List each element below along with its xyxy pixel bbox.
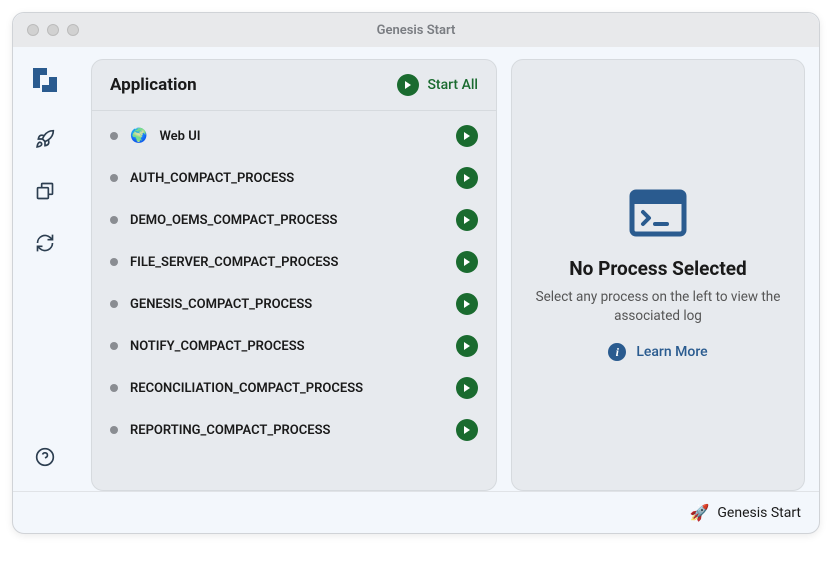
process-row[interactable]: DEMO_OEMS_COMPACT_PROCESS: [92, 199, 496, 241]
process-list[interactable]: 🌍 Web UI AUTH_COMPACT_PROCESS DEMO_OEMS_COM…: [92, 111, 496, 490]
process-row[interactable]: NOTIFY_COMPACT_PROCESS: [92, 325, 496, 367]
sidebar: [13, 59, 77, 491]
empty-state-title: No Process Selected: [569, 257, 746, 280]
process-panel: Application Start All 🌍 Web UI AUTH_COMPAC…: [91, 59, 497, 491]
panel-title: Application: [110, 75, 197, 95]
status-dot-icon: [110, 216, 118, 224]
process-row[interactable]: GENESIS_COMPACT_PROCESS: [92, 283, 496, 325]
start-process-button[interactable]: [456, 167, 478, 189]
terminal-icon: [629, 189, 687, 241]
app-logo-icon: [30, 65, 60, 99]
sidebar-rocket-icon[interactable]: [27, 121, 63, 157]
status-dot-icon: [110, 174, 118, 182]
process-type-icon: 🌍: [130, 128, 147, 144]
start-all-label: Start All: [427, 77, 478, 93]
status-dot-icon: [110, 258, 118, 266]
process-name: RECONCILIATION_COMPACT_PROCESS: [130, 381, 444, 396]
sidebar-help-icon[interactable]: [27, 439, 63, 475]
status-dot-icon: [110, 384, 118, 392]
status-dot-icon: [110, 426, 118, 434]
start-all-button[interactable]: Start All: [397, 74, 478, 96]
window-title: Genesis Start: [13, 23, 819, 38]
status-dot-icon: [110, 342, 118, 350]
window-titlebar: Genesis Start: [13, 13, 819, 47]
process-name: FILE_SERVER_COMPACT_PROCESS: [130, 255, 444, 270]
sidebar-sync-icon[interactable]: [27, 225, 63, 261]
status-dot-icon: [110, 300, 118, 308]
sidebar-layers-icon[interactable]: [27, 173, 63, 209]
process-row[interactable]: AUTH_COMPACT_PROCESS: [92, 157, 496, 199]
play-icon: [397, 74, 419, 96]
process-name: AUTH_COMPACT_PROCESS: [130, 171, 444, 186]
start-process-button[interactable]: [456, 419, 478, 441]
process-name: Web UI: [159, 129, 444, 144]
empty-state-description: Select any process on the left to view t…: [533, 288, 783, 326]
process-row[interactable]: REPORTING_COMPACT_PROCESS: [92, 409, 496, 451]
learn-more-link[interactable]: i Learn More: [608, 343, 707, 361]
detail-panel: No Process Selected Select any process o…: [511, 59, 805, 491]
process-row[interactable]: RECONCILIATION_COMPACT_PROCESS: [92, 367, 496, 409]
learn-more-label: Learn More: [636, 344, 707, 360]
process-row[interactable]: 🌍 Web UI: [92, 115, 496, 157]
process-name: NOTIFY_COMPACT_PROCESS: [130, 339, 444, 354]
process-name: REPORTING_COMPACT_PROCESS: [130, 423, 444, 438]
start-process-button[interactable]: [456, 293, 478, 315]
start-process-button[interactable]: [456, 251, 478, 273]
start-process-button[interactable]: [456, 335, 478, 357]
footer-label: Genesis Start: [717, 505, 801, 521]
process-row[interactable]: FILE_SERVER_COMPACT_PROCESS: [92, 241, 496, 283]
rocket-icon: 🚀: [689, 503, 709, 522]
start-process-button[interactable]: [456, 125, 478, 147]
footer: 🚀 Genesis Start: [13, 491, 819, 533]
start-process-button[interactable]: [456, 209, 478, 231]
start-process-button[interactable]: [456, 377, 478, 399]
process-name: GENESIS_COMPACT_PROCESS: [130, 297, 444, 312]
info-icon: i: [608, 343, 626, 361]
status-dot-icon: [110, 132, 118, 140]
process-name: DEMO_OEMS_COMPACT_PROCESS: [130, 213, 444, 228]
